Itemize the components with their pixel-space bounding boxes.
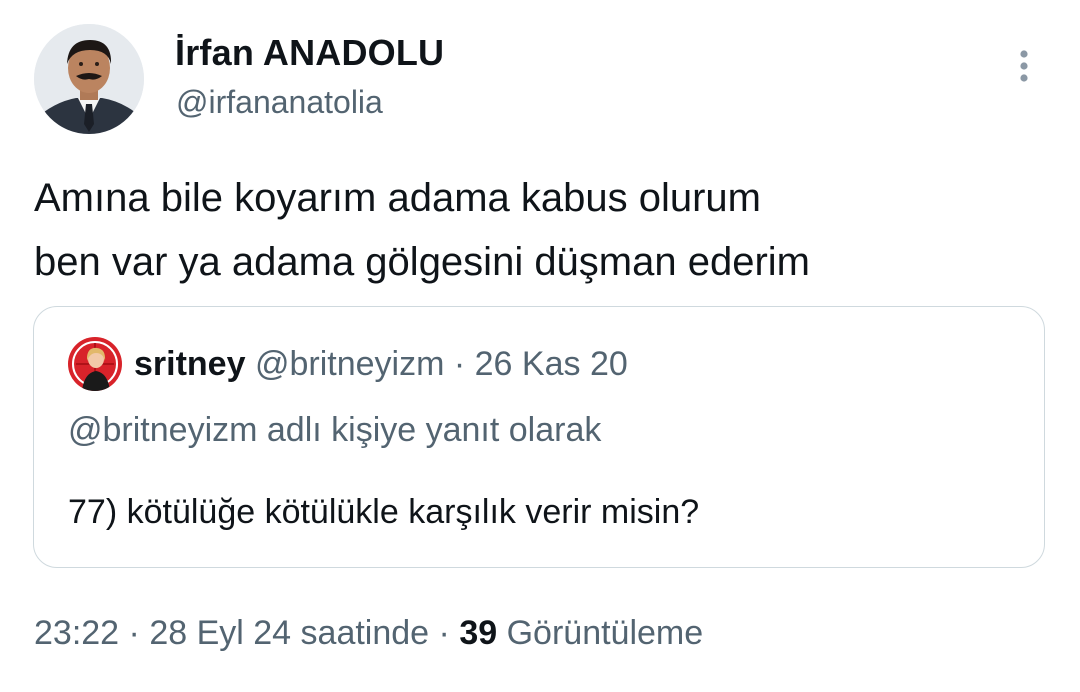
tweet-text: Amına bile koyarım adama kabus olurum be… — [34, 166, 1044, 294]
tweet-text-line: Amına bile koyarım adama kabus olurum — [34, 176, 761, 220]
author-avatar[interactable] — [34, 24, 144, 134]
more-vertical-icon — [1020, 50, 1028, 82]
quoted-header: sritney @britneyizm · 26 Kas 20 — [134, 345, 628, 384]
quoted-avatar-image — [68, 337, 122, 391]
quoted-tweet-text: 77) kötülüğe kötülükle karşılık verir mi… — [68, 493, 700, 531]
author-name[interactable]: İrfan ANADOLU — [175, 32, 444, 74]
quoted-date[interactable]: 26 Kas 20 — [475, 345, 628, 383]
quoted-author-avatar[interactable] — [68, 337, 122, 391]
tweet-meta: 23:22 · 28 Eyl 24 saatinde · 39 Görüntül… — [34, 614, 703, 653]
tweet-time[interactable]: 23:22 — [34, 614, 119, 652]
quoted-author-handle[interactable]: @britneyizm — [255, 345, 444, 383]
quoted-tweet-card[interactable]: sritney @britneyizm · 26 Kas 20 @britney… — [33, 306, 1045, 568]
tweet-text-line: ben var ya adama gölgesini düşman ederim — [34, 240, 810, 284]
more-button[interactable] — [1006, 46, 1042, 86]
meta-separator: · — [128, 614, 140, 652]
meta-separator: · — [438, 614, 450, 652]
tweet-date[interactable]: 28 Eyl 24 saatinde — [149, 614, 429, 652]
quoted-author-name[interactable]: sritney — [134, 345, 246, 383]
tweet: İrfan ANADOLU @irfananatolia Amına bile … — [0, 0, 1080, 692]
quoted-reply-context[interactable]: @britneyizm adlı kişiye yanıt olarak — [68, 411, 601, 450]
author-handle[interactable]: @irfananatolia — [176, 84, 383, 121]
quoted-separator: · — [453, 345, 466, 383]
views-count: 39 — [459, 614, 498, 652]
views-label: Görüntüleme — [506, 614, 704, 652]
author-avatar-image — [34, 24, 144, 134]
